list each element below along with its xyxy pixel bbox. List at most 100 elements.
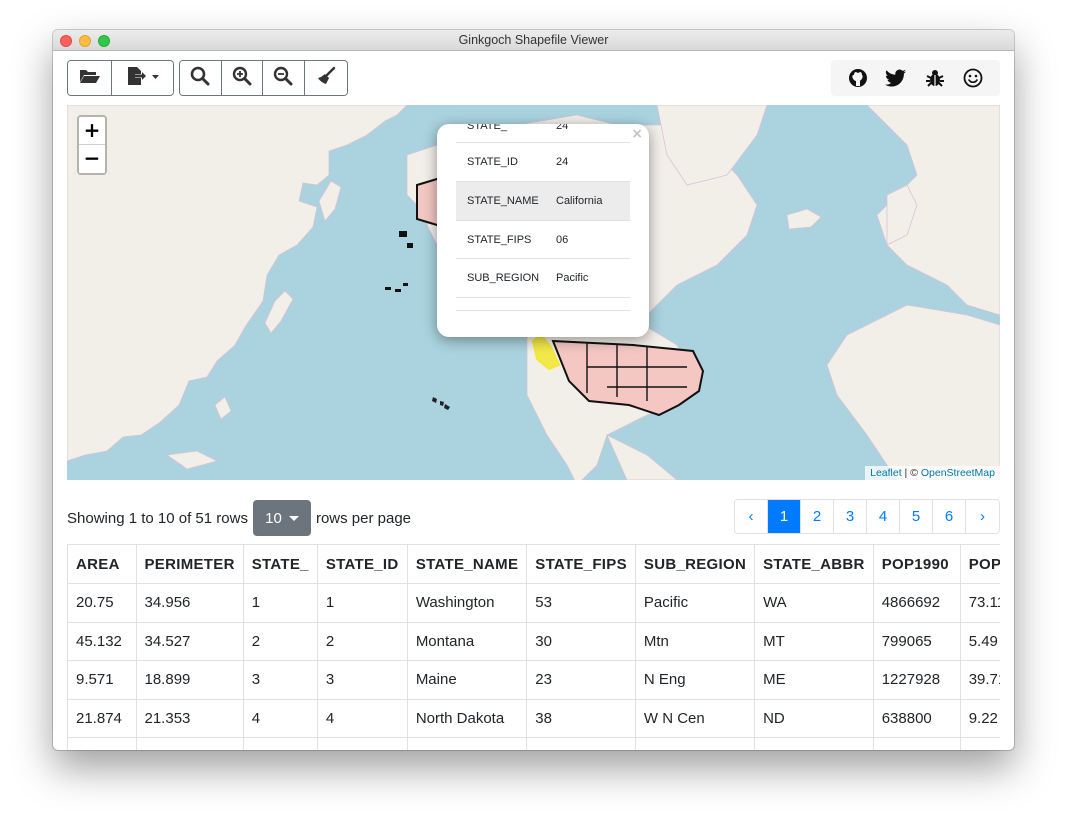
zoom-out-icon — [273, 66, 293, 91]
table-cell: Pacific — [635, 583, 756, 623]
table-cell: 1 — [243, 583, 318, 623]
table-cell: 2 — [243, 622, 318, 661]
column-header[interactable]: POP90 — [960, 545, 1000, 584]
search-button[interactable] — [180, 61, 222, 95]
map-zoom-out-button[interactable]: − — [79, 145, 105, 173]
openstreetmap-link[interactable]: OpenStreetMap — [921, 467, 995, 479]
table-cell: 34.527 — [136, 622, 244, 661]
table-cell — [68, 737, 137, 750]
clear-button[interactable] — [304, 61, 347, 95]
folder-open-icon — [79, 68, 101, 89]
table-cell: ND — [754, 699, 874, 738]
table-cell — [136, 737, 244, 750]
table-cell: 9.571 — [68, 660, 137, 700]
table-cell: 4 — [243, 699, 318, 738]
showing-rows-text: Showing 1 to 10 of 51 rows — [67, 509, 248, 527]
close-window-button[interactable] — [60, 35, 72, 47]
column-header[interactable]: STATE_ — [243, 545, 318, 584]
window-title: Ginkgoch Shapefile Viewer — [458, 33, 609, 47]
page-5-button[interactable]: 5 — [900, 500, 933, 533]
column-header[interactable]: STATE_ABBR — [754, 545, 874, 584]
table-cell: 23 — [526, 660, 636, 700]
table-cell — [635, 737, 756, 750]
zoom-in-button[interactable] — [221, 61, 263, 95]
pagination: ‹ 1 2 3 4 5 6 › — [734, 499, 1000, 534]
twitter-icon[interactable] — [882, 64, 910, 92]
page-1-button[interactable]: 1 — [768, 500, 801, 533]
table-cell: 21.874 — [68, 699, 137, 738]
page-size-dropdown[interactable]: 10 — [252, 500, 311, 536]
table-cell: MT — [754, 622, 874, 661]
column-header[interactable]: AREA — [68, 545, 137, 584]
table-cell: N Eng — [635, 660, 756, 700]
page-prev-button[interactable]: ‹ — [735, 500, 768, 533]
table-row[interactable] — [68, 737, 1000, 750]
column-header[interactable]: PERIMETER — [136, 545, 244, 584]
zoom-out-button[interactable] — [263, 61, 305, 95]
popup-close-icon[interactable]: × — [631, 126, 643, 142]
caret-down-icon — [288, 515, 299, 521]
popup-row: STATE_ID 24 — [456, 142, 630, 181]
column-header[interactable]: STATE_ID — [317, 545, 408, 584]
table-row[interactable]: 45.132 34.527 2 2 Montana 30 Mtn MT 799065 5.49 — [68, 622, 1000, 661]
title-bar: Ginkgoch Shapefile Viewer — [53, 30, 1014, 51]
popup-key: STATE_ — [467, 124, 507, 132]
rows-per-page-text: rows per page — [315, 509, 412, 527]
leaflet-link[interactable]: Leaflet — [870, 467, 902, 479]
column-header[interactable]: STATE_NAME — [407, 545, 528, 584]
table-cell: 53 — [526, 583, 636, 623]
table-cell — [526, 737, 636, 750]
export-dropdown-button[interactable] — [112, 61, 173, 95]
table-cell: 38 — [526, 699, 636, 738]
popup-key: STATE_NAME — [467, 195, 539, 207]
zoom-control: + − — [77, 115, 107, 175]
github-icon[interactable] — [844, 64, 872, 92]
page-size-value: 10 — [265, 509, 282, 527]
table-cell: 34.956 — [136, 583, 244, 623]
popup-row: STATE_FIPS 06 — [456, 220, 630, 259]
table-cell: Mtn — [635, 622, 756, 661]
broom-icon — [316, 66, 336, 91]
table-cell: 21.353 — [136, 699, 244, 738]
page-2-button[interactable]: 2 — [801, 500, 834, 533]
table-cell: 30 — [526, 622, 636, 661]
page-6-button[interactable]: 6 — [933, 500, 966, 533]
minimize-window-button[interactable] — [79, 35, 91, 47]
map-view[interactable]: + − Leaflet | © OpenStreetMap × STATE_ 2… — [67, 105, 1000, 480]
bug-icon[interactable] — [921, 64, 949, 92]
table-cell: 638800 — [873, 699, 961, 738]
table-row[interactable]: 9.57118.89933Maine23N EngME122792839.71 — [68, 660, 1000, 700]
zoom-in-icon — [232, 66, 252, 91]
table-cell: Maine — [407, 660, 528, 700]
table-cell: W N Cen — [635, 699, 756, 738]
column-header[interactable]: SUB_REGION — [635, 545, 756, 584]
search-icon — [190, 66, 210, 91]
table-cell: 4866692 — [873, 583, 961, 623]
popup-row-divider — [456, 297, 630, 311]
table-row[interactable]: 21.874 21.353 4 4 North Dakota 38 W N Cen ND 638… — [68, 699, 1000, 738]
attribute-table: AREA PERIMETER STATE_ STATE_ID STATE_NAM… — [67, 544, 1000, 750]
table-cell — [960, 737, 1000, 750]
column-header[interactable]: STATE_FIPS — [526, 545, 636, 584]
table-cell: 4 — [317, 699, 408, 738]
table-row[interactable]: 20.75 34.956 1 1 Washington 53 Pacific WA 486669… — [68, 583, 1000, 623]
social-links — [831, 60, 1000, 96]
table-cell: 73.11 — [960, 583, 1000, 623]
table-cell: 1 — [317, 583, 408, 623]
table-cell: 9.22 — [960, 699, 1000, 738]
popup-value: Pacific — [556, 272, 589, 284]
open-file-button[interactable] — [68, 61, 113, 95]
app-window: Ginkgoch Shapefile Viewer + − Leaflet | … — [53, 30, 1014, 750]
page-4-button[interactable]: 4 — [867, 500, 900, 533]
map-zoom-in-button[interactable]: + — [79, 117, 105, 145]
smile-icon[interactable] — [959, 64, 987, 92]
table-cell — [873, 737, 961, 750]
map-tools-group — [179, 60, 348, 96]
table-cell: 5.49 — [960, 622, 1000, 661]
column-header[interactable]: POP1990 — [873, 545, 961, 584]
table-cell: 18.899 — [136, 660, 244, 700]
maximize-window-button[interactable] — [98, 35, 110, 47]
page-next-button[interactable]: › — [966, 500, 999, 533]
popup-value: California — [556, 195, 603, 207]
page-3-button[interactable]: 3 — [834, 500, 867, 533]
